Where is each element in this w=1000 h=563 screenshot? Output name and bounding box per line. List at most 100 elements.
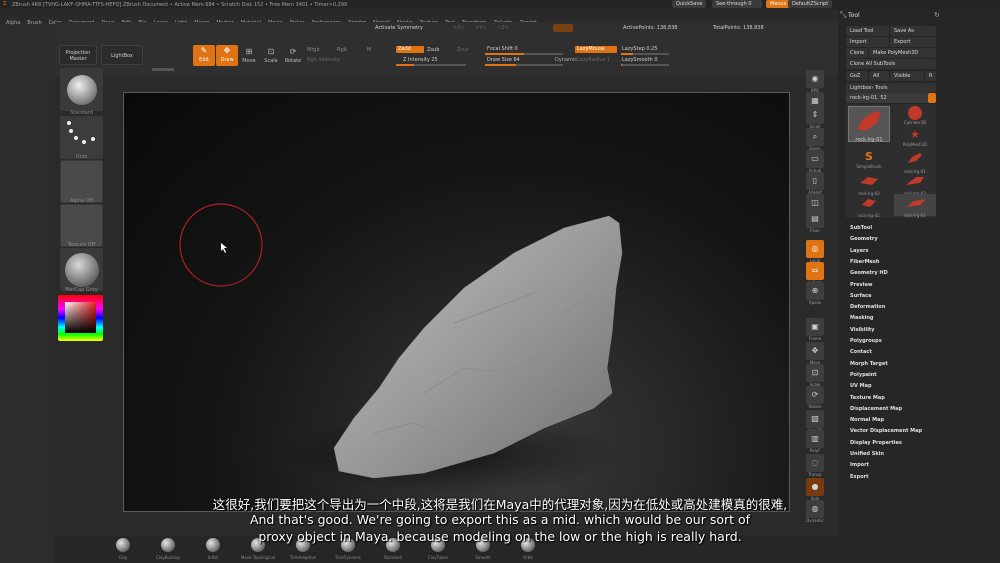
clone-all-subtools-button[interactable]: Clone All SubTools <box>846 59 936 69</box>
material-thumbnail[interactable] <box>60 248 103 291</box>
sym-x-button[interactable]: >X< <box>453 25 465 31</box>
current-tool-slider[interactable]: rock-lrg-01. 52 <box>846 93 928 103</box>
make-polymesh-button[interactable]: Make PolyMesh3D <box>869 48 936 58</box>
transp-button[interactable]: ◌ <box>806 454 824 472</box>
rgb-intensity-slider[interactable]: Rgb Intensity <box>307 57 340 63</box>
lazymouse-button[interactable]: LazyMouse <box>575 46 617 53</box>
move-button[interactable]: ⊞ Move <box>239 46 259 66</box>
tool-menu-visibility[interactable]: Visibility <box>850 327 875 333</box>
menu-item-brush[interactable]: Brush <box>27 17 41 30</box>
scale-button[interactable]: ⊡ Scale <box>261 46 281 66</box>
activate-symmetry-button[interactable]: Activate Symmetry <box>375 25 423 31</box>
lazysmooth-track[interactable] <box>621 64 669 66</box>
edit-button[interactable]: ✎ Edit <box>193 45 215 66</box>
l-sym-button[interactable]: ⇔ <box>806 262 824 280</box>
tool-menu-layers[interactable]: Layers <box>850 248 869 254</box>
stroke-thumbnail[interactable] <box>60 116 103 159</box>
mrgb-button[interactable]: Mrgb <box>307 47 320 53</box>
tool-menu-deformation[interactable]: Deformation <box>850 304 885 310</box>
subtool-thumb-rock1[interactable]: rock-lrg-01 <box>894 150 936 174</box>
shelf-scroll-handle[interactable] <box>152 68 174 71</box>
tool-menu-masking[interactable]: Masking <box>850 315 874 321</box>
tool-menu-import[interactable]: Import <box>850 462 869 468</box>
zsub-button[interactable]: Zsub <box>427 47 439 53</box>
dynamic-button[interactable]: Dynamic <box>555 57 577 63</box>
tool-menu-morph-target[interactable]: Morph Target <box>850 361 888 367</box>
subtool-thumb-polymesh[interactable]: ★ PolyMesh3D <box>894 128 936 150</box>
frame-button[interactable]: ▣ <box>806 318 824 336</box>
current-tool-r-button[interactable] <box>928 93 936 103</box>
subtool-thumb-cylinder[interactable]: Cylinder3D <box>894 106 936 128</box>
color-picker-square[interactable] <box>65 302 96 333</box>
line-fill-button[interactable]: ▧ <box>806 410 824 428</box>
sym-z-button[interactable]: >Z< <box>497 25 509 31</box>
z-intensity-track[interactable] <box>396 64 466 66</box>
tool-menu-texture-map[interactable]: Texture Map <box>850 395 885 401</box>
default-zscript-button[interactable]: DefaultZScript <box>788 0 833 8</box>
radial-sym-toggle[interactable] <box>553 24 573 32</box>
import-button[interactable]: Import <box>846 37 889 47</box>
tool-menu-geometry-hd[interactable]: Geometry HD <box>850 270 888 276</box>
lazyradius-slider[interactable]: LazyRadius 1 <box>577 57 610 63</box>
lazystep-slider[interactable]: LazyStep 0.25 <box>622 46 658 52</box>
tool-menu-export[interactable]: Export <box>850 474 869 480</box>
quicksave-button[interactable]: QuickSave <box>672 0 707 8</box>
goz-all-button[interactable]: All <box>869 71 889 81</box>
draw-size-track[interactable] <box>485 64 563 66</box>
focal-shift-track[interactable] <box>485 53 563 55</box>
tool-menu-display-properties[interactable]: Display Properties <box>850 440 902 446</box>
aahalf-button[interactable]: ▯ <box>806 172 824 190</box>
tool-menu-uv-map[interactable]: UV Map <box>850 383 872 389</box>
lazysmooth-slider[interactable]: LazySmooth 0 <box>622 57 658 63</box>
load-tool-button[interactable]: Load Tool <box>846 26 889 36</box>
draw-button[interactable]: ✥ Draw <box>216 45 238 66</box>
sym-y-button[interactable]: >Y< <box>475 25 486 31</box>
palette-refresh-icon[interactable]: ↻ <box>934 11 940 19</box>
lightbox-button[interactable]: LightBox <box>101 45 143 65</box>
subtool-thumb-rock2[interactable]: rock-lrg-02 <box>848 172 890 196</box>
export-button[interactable]: Export <box>890 37 936 47</box>
tool-menu-displacement-map[interactable]: Displacement Map <box>850 406 902 412</box>
document-viewport[interactable] <box>123 92 790 512</box>
tool-menu-subtool[interactable]: SubTool <box>850 225 872 231</box>
rotate-button[interactable]: ⟳ Rotate <box>283 46 303 66</box>
tool-menu-polypaint[interactable]: Polypaint <box>850 372 877 378</box>
tool-menu-vector-displacement-map[interactable]: Vector Displacement Map <box>850 428 922 434</box>
tool-menu-normal-map[interactable]: Normal Map <box>850 417 884 423</box>
rgb-button[interactable]: Rgb <box>337 47 347 53</box>
subtool-thumb-simplebrush[interactable]: S SimpleBrush <box>848 150 890 172</box>
zadd-button[interactable]: Zadd <box>396 46 424 53</box>
tool-menu-preview[interactable]: Preview <box>850 282 873 288</box>
lazystep-track[interactable] <box>621 53 669 55</box>
save-as-button[interactable]: Save As <box>890 26 936 36</box>
lightbox-tools-button[interactable]: Lightbox› Tools <box>846 83 936 93</box>
floor-button[interactable]: ▤ <box>806 210 824 228</box>
z-intensity-slider[interactable]: Z Intensity 25 <box>403 57 438 63</box>
goz-r-button[interactable]: R <box>925 71 936 81</box>
local-button[interactable]: ◎ <box>806 240 824 258</box>
actual-button[interactable]: ▭ <box>806 150 824 168</box>
scale-button[interactable]: ⊡ <box>806 364 824 382</box>
color-picker[interactable] <box>58 295 103 341</box>
goz-visible-button[interactable]: Visible <box>890 71 924 81</box>
rotate-button[interactable]: ⟳ <box>806 386 824 404</box>
subtool-thumb-rock3[interactable]: rock-lrg-03 <box>894 172 936 196</box>
scroll-button[interactable]: ⇕ <box>806 106 824 124</box>
clone-button[interactable]: Clone <box>846 48 868 58</box>
tool-menu-contact[interactable]: Contact <box>850 349 872 355</box>
subtool-thumb-active[interactable]: rock-lrg-01 <box>848 106 890 143</box>
tool-menu-polygroups[interactable]: Polygroups <box>850 338 882 344</box>
m-button[interactable]: M <box>367 47 371 53</box>
tool-menu-fibermesh[interactable]: FiberMesh <box>850 259 879 265</box>
focal-shift-slider[interactable]: Focal Shift 0 <box>487 46 518 52</box>
move-button[interactable]: ✥ <box>806 342 824 360</box>
texture-thumbnail[interactable] <box>60 204 103 247</box>
tool-menu-unified-skin[interactable]: Unified Skin <box>850 451 884 457</box>
xpose-button[interactable]: ⊕ <box>806 282 824 300</box>
projection-master-button[interactable]: Projection Master <box>59 45 97 65</box>
bpr-button[interactable]: ◉ <box>806 70 824 88</box>
zcut-button[interactable]: Zcut <box>457 47 468 53</box>
tool-menu-surface[interactable]: Surface <box>850 293 872 299</box>
tool-menu-geometry[interactable]: Geometry <box>850 236 878 242</box>
alpha-thumbnail[interactable] <box>60 160 103 203</box>
